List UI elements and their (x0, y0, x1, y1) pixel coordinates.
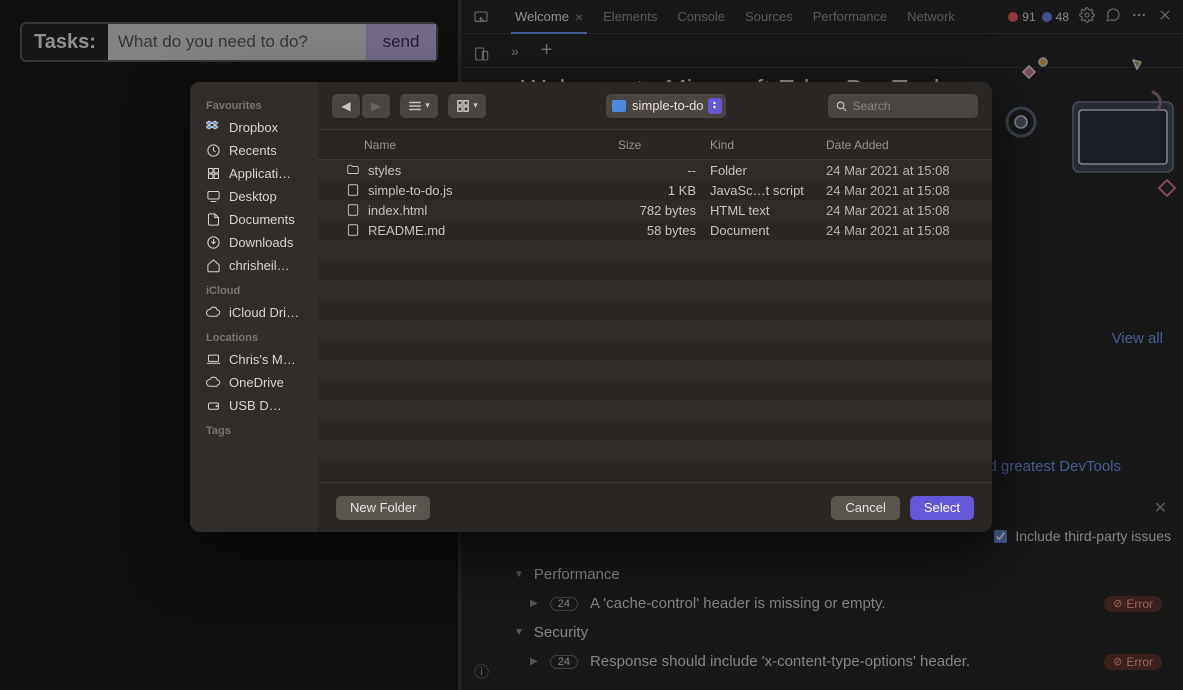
sidebar-item[interactable]: Chris's M… (206, 348, 314, 371)
file-name: README.md (368, 223, 445, 238)
list-view-button[interactable]: ▾ (400, 94, 438, 118)
sidebar-section-label: iCloud (206, 285, 318, 297)
sidebar-item-label: Desktop (229, 189, 277, 204)
sidebar-item[interactable]: Downloads (206, 231, 314, 254)
file-kind: Document (710, 223, 826, 238)
sidebar-item-label: chrisheil… (229, 258, 290, 273)
file-date: 24 Mar 2021 at 15:08 (826, 203, 992, 218)
col-size[interactable]: Size (618, 138, 710, 152)
file-size: -- (618, 163, 710, 178)
file-size: 782 bytes (618, 203, 710, 218)
sidebar-item[interactable]: USB D… (206, 394, 314, 417)
sidebar-item-label: Recents (229, 143, 277, 158)
path-selector[interactable]: simple-to-do ▴▾ (606, 94, 726, 118)
table-row[interactable] (318, 440, 992, 460)
search-field[interactable] (828, 94, 978, 118)
sidebar-item-label: Applicati… (229, 166, 291, 181)
grid-view-button[interactable]: ▾ (448, 94, 486, 118)
sidebar-item-label: Downloads (229, 235, 293, 250)
sidebar-item-label: Dropbox (229, 120, 278, 135)
sidebar-section-label: Locations (206, 332, 318, 344)
cancel-button[interactable]: Cancel (831, 496, 899, 520)
file-name: styles (368, 163, 401, 178)
search-icon (836, 100, 847, 112)
table-row[interactable] (318, 320, 992, 340)
file-size: 1 KB (618, 183, 710, 198)
table-row[interactable] (318, 260, 992, 280)
file-kind: HTML text (710, 203, 826, 218)
back-button[interactable]: ◀ (332, 94, 360, 118)
col-kind[interactable]: Kind (710, 138, 826, 152)
table-row[interactable]: simple-to-do.js 1 KBJavaSc…t script24 Mar… (318, 180, 992, 200)
table-row[interactable] (318, 420, 992, 440)
file-name: index.html (368, 203, 427, 218)
file-list: styles--Folder24 Mar 2021 at 15:08simple… (318, 160, 992, 482)
sidebar-item[interactable]: Dropbox (206, 116, 314, 139)
sidebar-item-label: OneDrive (229, 375, 284, 390)
column-headers: Name Size Kind Date Added (318, 130, 992, 160)
file-date: 24 Mar 2021 at 15:08 (826, 183, 992, 198)
table-row[interactable] (318, 240, 992, 260)
col-date[interactable]: Date Added (826, 138, 992, 152)
sidebar-item[interactable]: Desktop (206, 185, 314, 208)
file-size: 58 bytes (618, 223, 710, 238)
sidebar-item[interactable]: OneDrive (206, 371, 314, 394)
table-row[interactable]: index.html 782 bytesHTML text24 Mar 2021 … (318, 200, 992, 220)
path-text: simple-to-do (632, 98, 704, 113)
file-kind: Folder (710, 163, 826, 178)
sidebar-item-label: USB D… (229, 398, 282, 413)
table-row[interactable] (318, 380, 992, 400)
col-name[interactable]: Name (318, 138, 618, 152)
sidebar-item[interactable]: Recents (206, 139, 314, 162)
table-row[interactable] (318, 280, 992, 300)
sidebar-section-label: Favourites (206, 100, 318, 112)
sidebar-item-label: Chris's M… (229, 352, 296, 367)
table-row[interactable]: styles --Folder24 Mar 2021 at 15:08 (318, 160, 992, 180)
forward-button[interactable]: ▶ (362, 94, 390, 118)
sidebar-item[interactable]: Applicati… (206, 162, 314, 185)
sidebar-section-label: Tags (206, 425, 318, 437)
sidebar-item-label: Documents (229, 212, 295, 227)
file-date: 24 Mar 2021 at 15:08 (826, 223, 992, 238)
table-row[interactable]: README.md 58 bytesDocument24 Mar 2021 at … (318, 220, 992, 240)
folder-icon (612, 100, 626, 112)
file-picker: Favourites Dropbox Recents Applicati… Deskto… (190, 82, 992, 532)
sidebar-item[interactable]: Documents (206, 208, 314, 231)
table-row[interactable] (318, 300, 992, 320)
picker-sidebar: Favourites Dropbox Recents Applicati… Deskto… (190, 82, 318, 532)
select-button[interactable]: Select (910, 496, 974, 520)
table-row[interactable] (318, 360, 992, 380)
sidebar-item-label: iCloud Dri… (229, 305, 299, 320)
sidebar-item[interactable]: iCloud Dri… (206, 301, 314, 324)
table-row[interactable] (318, 340, 992, 360)
sidebar-item[interactable]: chrisheil… (206, 254, 314, 277)
search-input[interactable] (853, 99, 970, 113)
updown-icon: ▴▾ (708, 98, 722, 114)
file-kind: JavaSc…t script (710, 183, 826, 198)
file-date: 24 Mar 2021 at 15:08 (826, 163, 992, 178)
file-name: simple-to-do.js (368, 183, 453, 198)
new-folder-button[interactable]: New Folder (336, 496, 430, 520)
table-row[interactable] (318, 400, 992, 420)
